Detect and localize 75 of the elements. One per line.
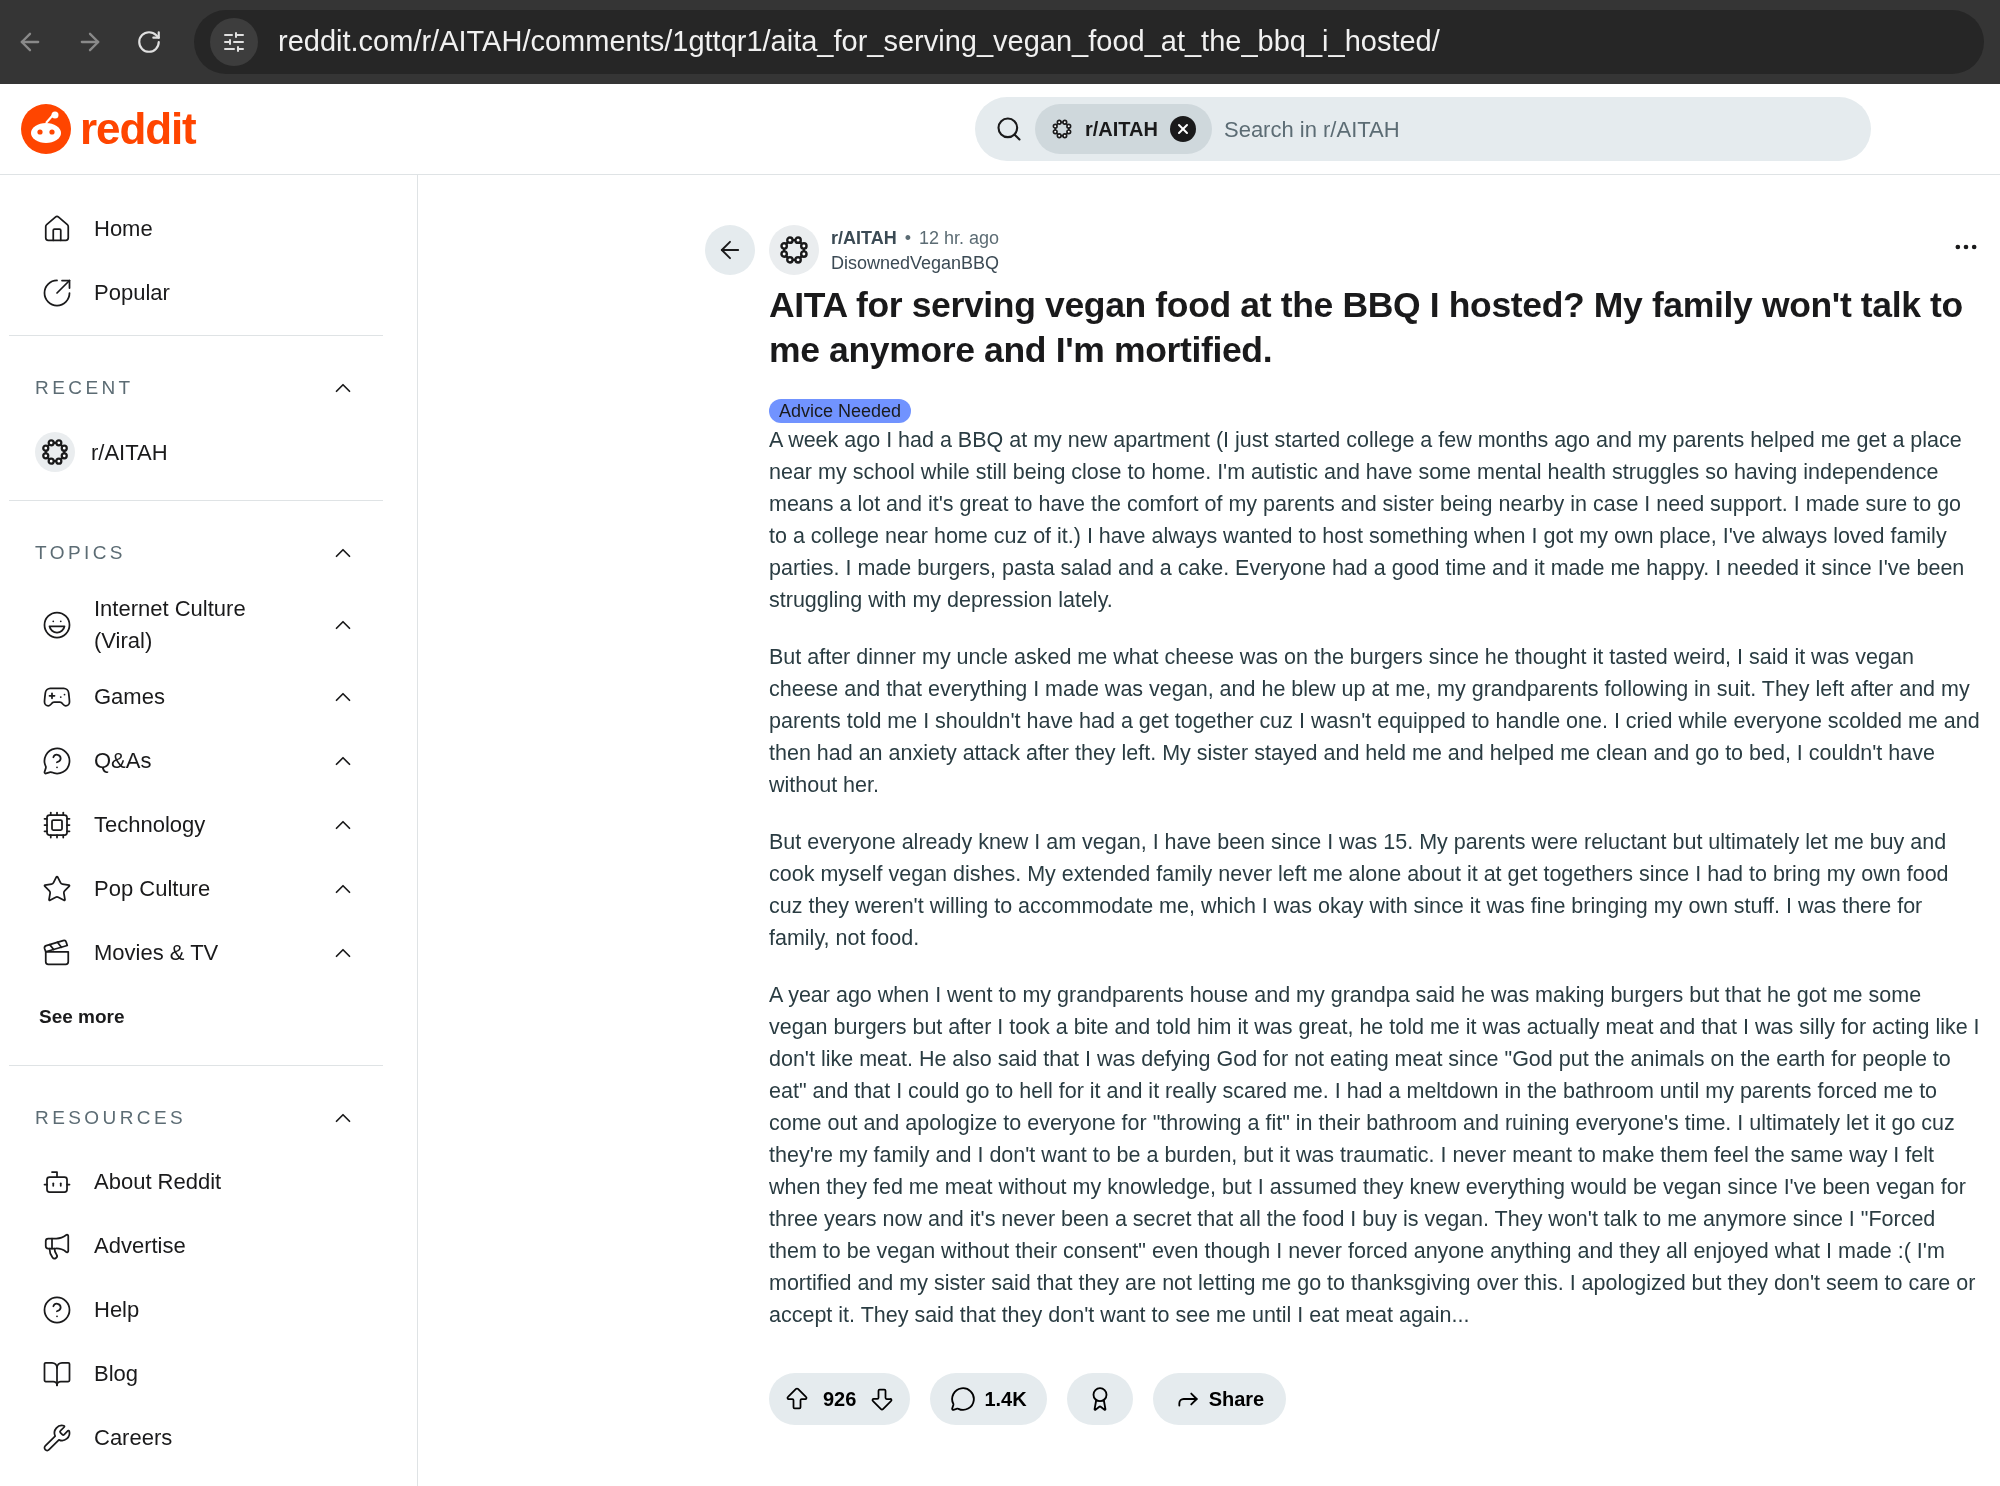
site-settings-icon[interactable] [210,18,258,66]
sidebar-item[interactable]: Advertise [0,1214,392,1278]
community-chip[interactable]: r/AITAH [1035,104,1212,154]
sidebar-label: Careers [94,1424,173,1452]
wrench-icon [42,1423,72,1453]
sidebar-item[interactable]: About Reddit [0,1150,392,1214]
sidebar-label: Technology [94,811,206,839]
star-icon [42,874,72,904]
sidebar-item[interactable]: Blog [0,1342,392,1406]
author-name[interactable]: DisownedVeganBBQ [831,252,1952,274]
sidebar-label: Blog [94,1360,139,1388]
sidebar-item[interactable]: Internet Culture (Viral) [0,593,392,657]
post-time: 12 hr. ago [919,227,1000,250]
smile-icon [42,610,72,640]
sidebar-item[interactable]: Q&As [0,729,392,793]
post-title: AITA for serving vegan food at the BBQ I hosted? My family won't talk to me anymore and I'm mortified. [769,284,1964,372]
subreddit-link[interactable]: r/AITAH [831,225,897,252]
clapperboard-icon [42,938,72,968]
home-icon [42,214,72,244]
flair-tag[interactable]: Advice Needed [769,399,912,423]
search-field[interactable]: r/AITAH Search in r/AITAH [975,97,1871,161]
post-paragraph: But everyone already knew I am vegan, I have been since I was 15. My parents were reluctant but ultimately let me buy and cook myself vegan dishes. My extended family never left me alone about it at get togethers since I had to bring my own food cuz they weren't willing to accommodate me, which I was okay with since it was fine bringing my own stuff. I was there for family, not food. [769,829,1950,952]
sidebar-item[interactable]: Popular [0,261,392,325]
speech-bubble-icon [950,1386,977,1412]
arrow-circle-icon [42,278,72,308]
award-button[interactable] [1066,1373,1133,1425]
sidebar-label: About Reddit [94,1168,222,1196]
sidebar-label: Help [94,1296,140,1324]
address-bar[interactable]: reddit.com/r/AITAH/comments/1gttqr1/aita_for_serving_vegan_food_at_the_bbq_i_hosted/ [194,10,1984,74]
sidebar-label: Popular [94,279,170,307]
share-label: Share [1208,1387,1265,1412]
post-paragraph: A week ago I had a BBQ at my new apartment (I just started college a few months ago and my parents helped me get a place near my school while still being close to home. I'm autistic and have some mental health struggles so having independence means a lot and it's great to have the comfort of my parents and sister being nearby in case I need support. I made sure to go to a college near home cuz of it.) I have always wanted to host something when I got my own place, I've always loved family parties. I made burgers, pasta salad and a cake. Everyone had a good time and it made me happy. I needed it since I've been struggling with my depression lately. [769,427,1966,614]
sidebar-label: Internet Culture (Viral) [94,595,247,655]
sidebar-label: Games [94,683,165,711]
sidebar-item[interactable]: Games [0,665,392,729]
community-chip-icon [1051,118,1073,140]
sidebar-label: Q&As [94,747,152,775]
reload-icon[interactable] [136,29,162,55]
help-icon [42,1295,72,1325]
section-heading: RESOURCES [35,1105,187,1130]
chip-label: r/AITAH [1085,117,1158,142]
reddit-logo-icon[interactable] [20,103,72,155]
sidebar-item[interactable]: Careers [0,1406,392,1470]
sidebar-item[interactable]: Home [0,197,392,261]
sidebar-label: Advertise [94,1232,186,1260]
question-bubble-icon [42,746,72,776]
separator-dot: • [904,227,911,250]
community-icon [778,234,810,266]
book-icon [42,1359,72,1389]
comment-count: 1.4K [984,1387,1027,1412]
search-icon [995,115,1023,143]
megaphone-icon [42,1231,72,1261]
sidebar-item[interactable]: Technology [0,793,392,857]
sidebar-item[interactable]: r/AITAH [9,420,383,484]
section-heading: RECENT [35,375,134,400]
sidebar-item[interactable]: Movies & TV [0,921,392,985]
sidebar-item[interactable]: Pop Culture [0,857,392,921]
community-icon [40,437,70,467]
score: 926 [823,1387,857,1412]
url-text: reddit.com/r/AITAH/comments/1gttqr1/aita_for_serving_vegan_food_at_the_bbq_i_hosted/ [278,24,1440,60]
see-more-link[interactable]: See more [9,985,383,1049]
share-button[interactable]: Share [1152,1373,1287,1425]
sidebar-label: r/AITAH [91,438,168,467]
post-paragraph: A year ago when I went to my grandparents house and my grandpa said he was making burgers but that he got me some vegan burgers but after I took a bite and told him it was great, he told me it was actually meat and that I was silly for acting like I don't like meat. He also said that I was defying God for not eating meat since "God put the animals on the earth for people to eat" and that I could go to hell for it and it really scared me. I had a meltdown in the bathroom until my parents forced me to come out and apologize to everyone for "throwing a fit" in their bathroom and ruining everyone's time. I ultimately let it go cuz they're my family and I don't want to be a burden, but it was traumatic. I never meant to make them feel the same way I felt when they fed me meat without my knowledge, but I assumed they knew everything would be vegan since I've been vegan for three years now and it's never been a secret that all the food I buy is vegan. They won't talk to me anymore since I "Forced them to be vegan without their consent" even though I never forced anyone anything and they all enjoyed what I made :( I'm mortified and my sister said that they are not letting me go to thanksgiving over this. I apologized but they don't seem to care or accept it. They said that they don't want to see me until I eat meat again... [769,982,1980,1329]
back-button[interactable] [705,225,755,275]
chip-icon [42,810,72,840]
search-input[interactable]: Search in r/AITAH [1223,112,1871,146]
sidebar-label: Pop Culture [94,875,211,903]
sidebar-item[interactable]: Help [0,1278,392,1342]
close-icon[interactable] [1169,116,1196,142]
section-heading: TOPICS [35,540,126,565]
comments-button[interactable]: 1.4K [930,1373,1047,1425]
sidebar-label: Movies & TV [94,939,219,967]
sidebar-label: Home [94,215,153,243]
post-paragraph: But after dinner my uncle asked me what cheese was on the burgers since he thought it tasted weird, I said it was vegan cheese and that everything I made was vegan, and he blew up at me, my grandparents following in suit. They left after and my parents told me I shouldn't have had a get together cuz I wasn't equipped to handle one. I cried while everyone scolded me and then had an anxiety attack after they left. My sister stayed and held me and helped me clean and go to bed, I couldn't have without her. [769,644,1980,799]
